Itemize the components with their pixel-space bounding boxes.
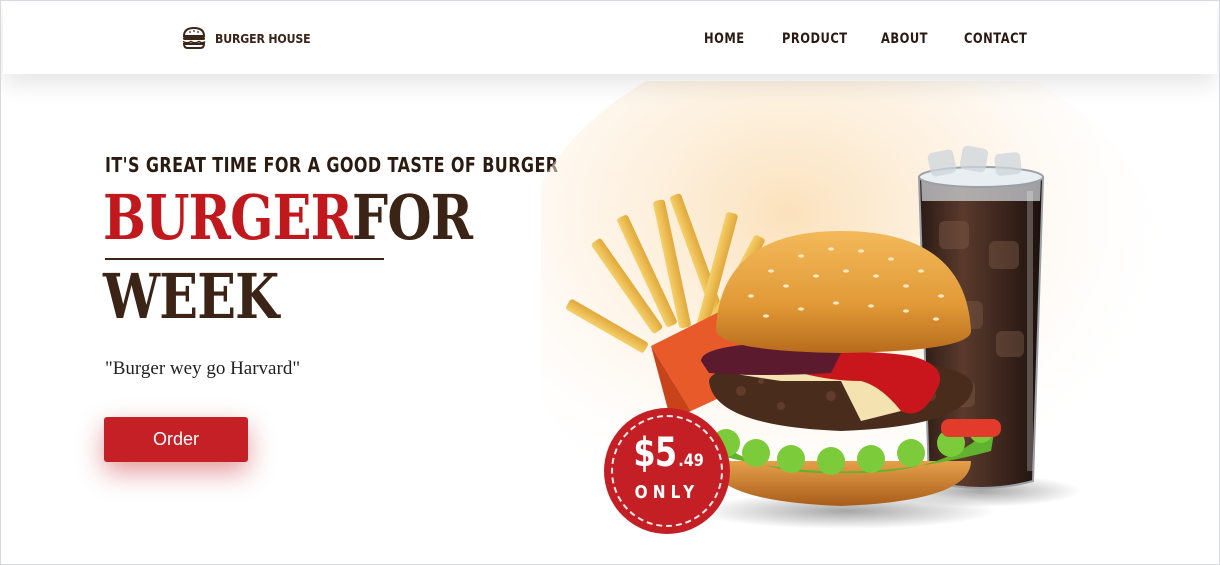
top-header: BURGER HOUSE HOME PRODUCT ABOUT CONTACT [3, 3, 1217, 74]
price-dollars: $5 [633, 430, 677, 476]
hero-quote: "Burger wey go Harvard" [105, 358, 301, 379]
order-button[interactable]: Order [104, 417, 248, 462]
price-cents: .49 [678, 451, 704, 471]
price-only-label: ONLY [634, 482, 700, 503]
nav-home[interactable]: HOME [704, 31, 745, 47]
hero-headline-line2: WEEK [103, 260, 279, 333]
headline-brown-word: FOR [352, 181, 473, 254]
price-badge: $5.49 ONLY [604, 408, 730, 534]
headline-red-word: BURGER [103, 181, 353, 254]
logo-text: BURGER HOUSE [215, 30, 311, 46]
price-amount: $5.49 [604, 430, 730, 476]
nav-about[interactable]: ABOUT [881, 31, 928, 47]
nav-product[interactable]: PRODUCT [782, 31, 848, 47]
logo[interactable]: BURGER HOUSE [181, 26, 323, 50]
nav-contact[interactable]: CONTACT [964, 31, 1027, 47]
hero-tagline: IT'S GREAT TIME FOR A GOOD TASTE OF BURG… [105, 153, 559, 177]
burger-icon [181, 26, 207, 50]
page: BURGER HOUSE HOME PRODUCT ABOUT CONTACT … [0, 0, 1220, 565]
hero-headline: BURGERFOR [103, 185, 473, 251]
